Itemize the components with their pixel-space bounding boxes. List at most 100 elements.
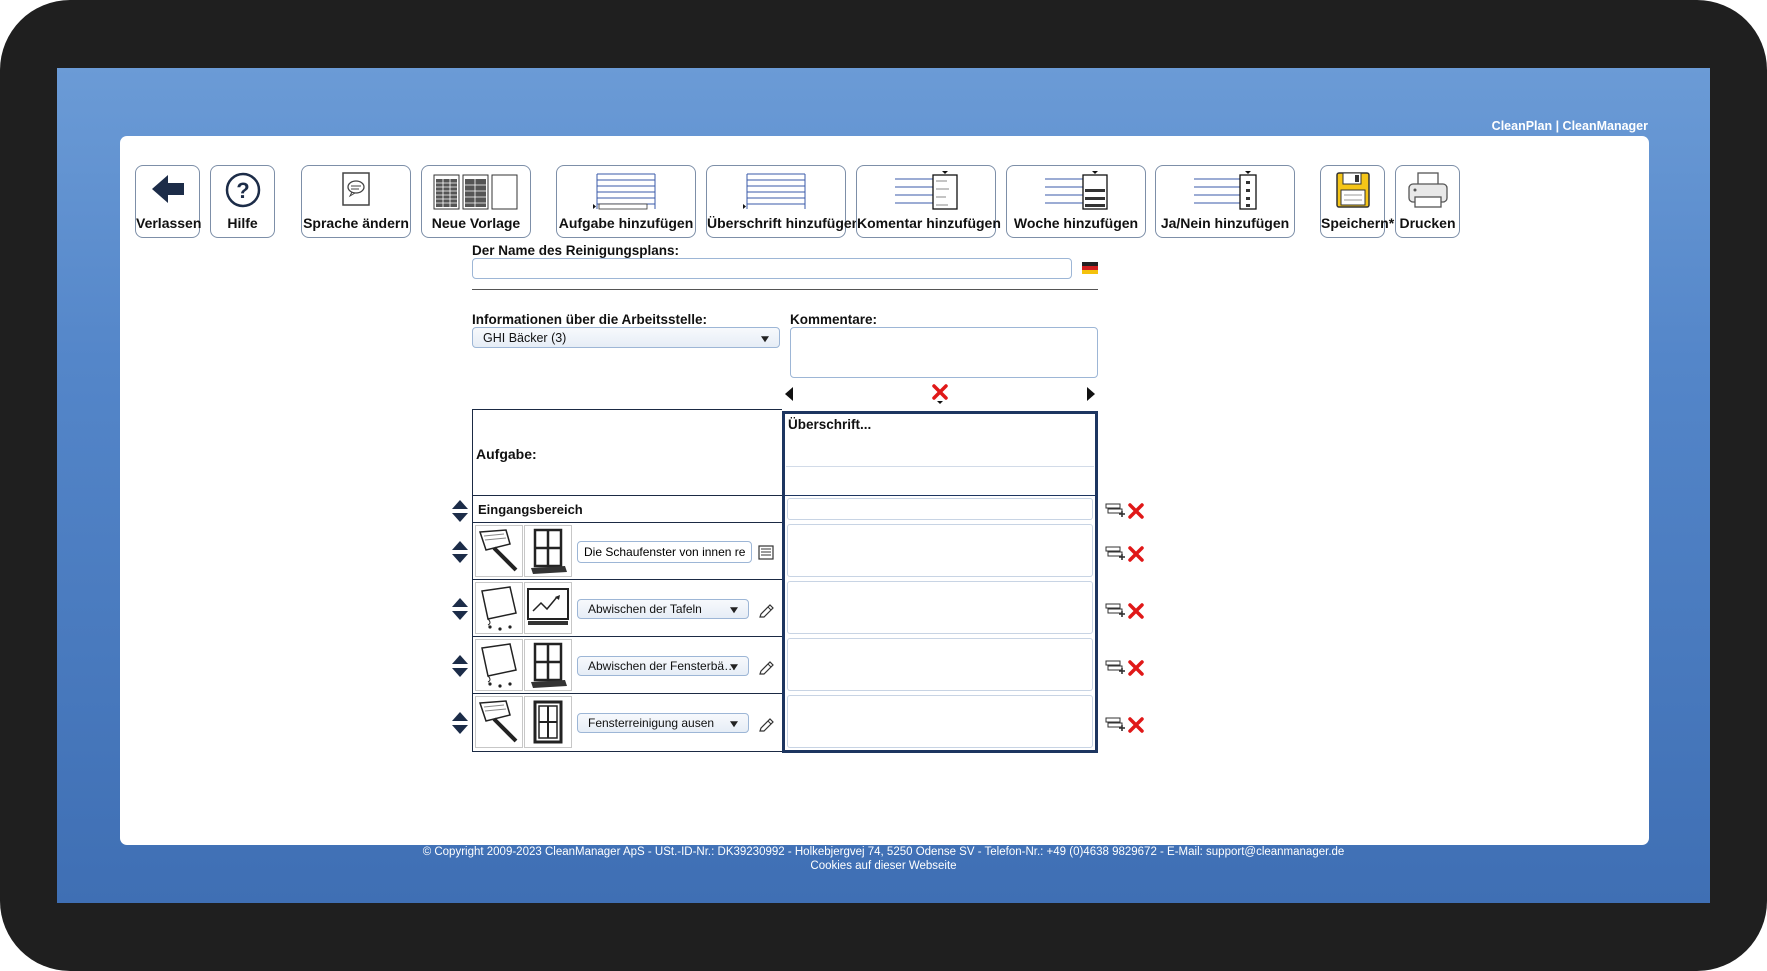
row3-bottom-border bbox=[472, 693, 782, 694]
app-screen: CleanPlan | CleanManager Verlassen ? Hil… bbox=[57, 68, 1710, 903]
table-bottom-border bbox=[472, 751, 782, 752]
add-comment-button[interactable]: Komentar hinzufügen bbox=[856, 165, 1001, 238]
add-row-icon[interactable] bbox=[1105, 659, 1127, 675]
add-week-button[interactable]: Woche hinzufügen bbox=[1006, 165, 1146, 238]
print-button[interactable]: Drucken bbox=[1395, 165, 1460, 238]
add-week-label: Woche hinzufügen bbox=[1013, 215, 1139, 231]
reorder-arrows-icon[interactable] bbox=[451, 711, 469, 735]
column-move-left-icon[interactable] bbox=[784, 386, 794, 402]
heading-column-header[interactable]: Überschrift... bbox=[782, 411, 1098, 496]
cell-inner bbox=[787, 695, 1093, 748]
squeegee-tool-image[interactable] bbox=[475, 696, 523, 748]
add-week-column-icon bbox=[1045, 171, 1108, 210]
wet-cloth-image[interactable] bbox=[475, 639, 523, 691]
chevron-down-icon bbox=[730, 664, 738, 671]
reorder-arrows-icon[interactable] bbox=[451, 654, 469, 678]
table-top-border bbox=[472, 409, 782, 410]
task-select[interactable]: Fensterreinigung ausen bbox=[577, 713, 749, 733]
add-row-icon[interactable] bbox=[1105, 545, 1127, 561]
task-select-value: Abwischen der Fensterbä… bbox=[588, 659, 737, 673]
chevron-down-icon bbox=[730, 607, 738, 614]
add-yes-no-column-icon bbox=[1194, 171, 1257, 210]
printer-icon bbox=[1407, 172, 1448, 208]
add-row-icon[interactable] bbox=[1105, 716, 1127, 732]
help-button[interactable]: ? Hilfe bbox=[210, 165, 275, 238]
add-task-label: Aufgabe hinzufügen bbox=[558, 215, 694, 231]
add-comment-label: Komentar hinzufügen bbox=[857, 215, 1001, 231]
row2-column-cell[interactable] bbox=[782, 579, 1098, 636]
help-question-icon: ? bbox=[225, 172, 260, 208]
add-yes-no-label: Ja/Nein hinzufügen bbox=[1160, 215, 1290, 231]
comments-textarea[interactable] bbox=[790, 327, 1098, 378]
blackboard-image[interactable] bbox=[524, 582, 572, 634]
comments-label: Kommentare: bbox=[790, 312, 878, 327]
delete-row-icon[interactable] bbox=[1128, 603, 1144, 619]
pencil-edit-icon[interactable] bbox=[758, 716, 775, 732]
add-row-icon[interactable] bbox=[1105, 502, 1127, 518]
floppy-save-icon bbox=[1335, 172, 1370, 208]
delete-row-icon[interactable] bbox=[1128, 717, 1144, 733]
row1-column-cell[interactable] bbox=[782, 522, 1098, 579]
cookies-link[interactable]: Cookies auf dieser Webseite bbox=[57, 860, 1710, 872]
cell-inner bbox=[787, 581, 1093, 634]
change-language-button[interactable]: Sprache ändern bbox=[301, 165, 411, 238]
task-text-input[interactable] bbox=[577, 541, 752, 563]
print-label: Drucken bbox=[1399, 215, 1456, 231]
add-yes-no-button[interactable]: Ja/Nein hinzufügen bbox=[1155, 165, 1295, 238]
column-move-right-icon[interactable] bbox=[1086, 386, 1096, 402]
brand-link[interactable]: CleanPlan | CleanManager bbox=[1492, 119, 1648, 133]
window-image[interactable] bbox=[524, 525, 572, 577]
cell-inner bbox=[787, 638, 1093, 691]
save-label: Speichern* bbox=[1321, 215, 1395, 231]
squeegee-tool-image[interactable] bbox=[475, 525, 523, 577]
row2-bottom-border bbox=[472, 636, 782, 637]
chevron-down-icon bbox=[761, 335, 769, 342]
window-frame-image[interactable] bbox=[524, 696, 572, 748]
main-panel: Verlassen ? Hilfe Sprache ändern Neue Vo… bbox=[120, 136, 1649, 845]
add-comment-column-icon bbox=[895, 171, 958, 210]
add-task-button[interactable]: Aufgabe hinzufügen bbox=[556, 165, 696, 238]
add-heading-label: Überschrift hinzufügen bbox=[707, 215, 861, 231]
leave-label: Verlassen bbox=[136, 215, 202, 231]
german-flag-icon[interactable] bbox=[1082, 262, 1098, 274]
back-arrow-icon bbox=[151, 175, 184, 203]
list-edit-icon[interactable] bbox=[758, 545, 774, 560]
plan-name-label: Der Name des Reinigungsplans: bbox=[472, 243, 680, 258]
reorder-arrows-icon[interactable] bbox=[451, 499, 469, 523]
table-left-border bbox=[472, 409, 473, 752]
delete-row-icon[interactable] bbox=[1128, 503, 1144, 519]
row4-column-cell[interactable] bbox=[782, 693, 1098, 753]
wet-cloth-image[interactable] bbox=[475, 582, 523, 634]
section-divider bbox=[472, 289, 1098, 290]
workplace-select[interactable]: GHI Bäcker (3) bbox=[472, 327, 780, 348]
pencil-edit-icon[interactable] bbox=[758, 602, 775, 618]
reorder-arrows-icon[interactable] bbox=[451, 597, 469, 621]
column-delete-icon[interactable] bbox=[931, 383, 949, 405]
help-label: Hilfe bbox=[227, 215, 258, 231]
delete-row-icon[interactable] bbox=[1128, 546, 1144, 562]
leave-button[interactable]: Verlassen bbox=[135, 165, 202, 238]
section-column-cell[interactable] bbox=[782, 495, 1098, 522]
workplace-selected-value: GHI Bäcker (3) bbox=[483, 331, 567, 345]
row1-bottom-border bbox=[472, 579, 782, 580]
pencil-edit-icon[interactable] bbox=[758, 659, 775, 675]
plan-name-input[interactable] bbox=[472, 258, 1072, 279]
header-inner-divider bbox=[786, 466, 1094, 467]
copyright-text: © Copyright 2009-2023 CleanManager ApS -… bbox=[422, 846, 1345, 858]
new-template-button[interactable]: Neue Vorlage bbox=[421, 165, 531, 238]
section-title: Eingangsbereich bbox=[478, 502, 583, 517]
add-task-table-icon bbox=[593, 173, 656, 210]
task-select[interactable]: Abwischen der Tafeln bbox=[577, 599, 749, 619]
new-template-label: Neue Vorlage bbox=[431, 215, 521, 231]
task-select[interactable]: Abwischen der Fensterbä… bbox=[577, 656, 749, 676]
row3-column-cell[interactable] bbox=[782, 636, 1098, 693]
delete-row-icon[interactable] bbox=[1128, 660, 1144, 676]
add-row-icon[interactable] bbox=[1105, 602, 1127, 618]
cell-inner bbox=[787, 498, 1093, 520]
task-select-value: Abwischen der Tafeln bbox=[588, 602, 702, 616]
window-image[interactable] bbox=[524, 639, 572, 691]
workplace-label: Informationen über die Arbeitsstelle: bbox=[472, 312, 708, 327]
add-heading-button[interactable]: Überschrift hinzufügen bbox=[706, 165, 861, 238]
save-button[interactable]: Speichern* bbox=[1320, 165, 1395, 238]
reorder-arrows-icon[interactable] bbox=[451, 540, 469, 564]
